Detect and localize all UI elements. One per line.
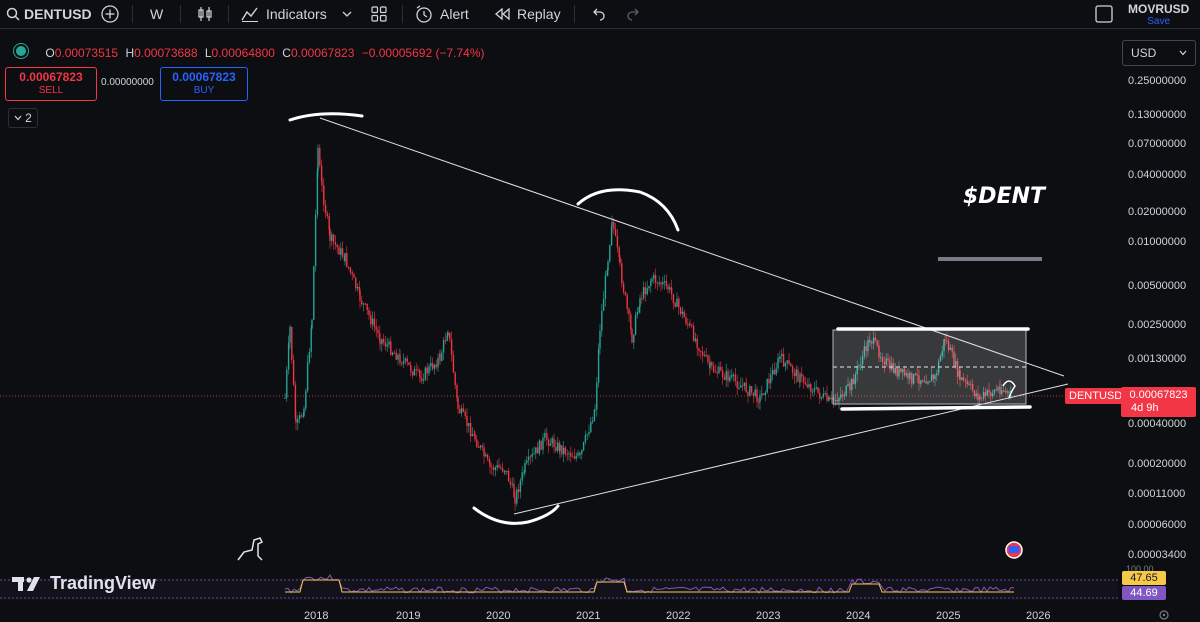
settings-icon[interactable]: [1158, 609, 1170, 621]
price-tick: 0.13000000: [1128, 109, 1187, 121]
price-tick: 0.00006000: [1128, 519, 1187, 531]
descending-trendline: [319, 117, 1065, 377]
time-tick: 2023: [756, 610, 781, 622]
redo-icon: [627, 8, 639, 21]
price-tick: 0.00130000: [1128, 353, 1187, 365]
time-tick: 2021: [576, 610, 601, 622]
price-tick: 0.00011000: [1128, 488, 1186, 500]
price-tick: 0.25000000: [1128, 75, 1187, 87]
candlestick-icon: [198, 7, 212, 21]
currency-label: USD: [1131, 46, 1157, 60]
brand-name: TradingView: [50, 573, 156, 593]
chevron-down-icon: [1179, 50, 1187, 56]
square-icon: [1095, 5, 1113, 23]
range-bottom-marker: [840, 405, 1032, 411]
search-icon: [6, 7, 20, 21]
time-tick: 2018: [304, 610, 329, 622]
price-tick: 0.04000000: [1128, 169, 1187, 181]
price-tick: 0.02000000: [1128, 206, 1187, 218]
time-tick: 2024: [846, 610, 871, 622]
time-tick: 2026: [1026, 610, 1051, 622]
layout-name: MOVRUSD: [1128, 2, 1190, 16]
replay-label: Replay: [517, 6, 561, 22]
price-tick: 0.00250000: [1128, 319, 1187, 331]
undo-button[interactable]: [590, 0, 606, 28]
alert-button[interactable]: Alert: [414, 0, 469, 28]
rsi-value-1: 47.65: [1122, 571, 1166, 585]
last-price-value: 0.00067823: [1129, 389, 1188, 401]
bar-countdown: 4d 9h: [1131, 402, 1159, 414]
indicators-icon: [241, 7, 258, 22]
top-arc-1: [288, 112, 364, 122]
last-price-tag: 0.00067823 4d 9h: [1121, 387, 1196, 417]
symbol-name: DENTUSD: [24, 6, 92, 22]
indicators-button[interactable]: Indicators: [240, 0, 327, 28]
replay-button[interactable]: Replay: [494, 0, 561, 28]
redo-button[interactable]: [626, 0, 642, 28]
price-tick: 0.00040000: [1128, 418, 1187, 430]
tradingview-logo[interactable]: TradingView: [12, 573, 156, 594]
plus-circle-icon: [101, 5, 119, 23]
price-chart[interactable]: [0, 28, 1118, 588]
time-tick: 2025: [936, 610, 961, 622]
price-tick: 0.00020000: [1128, 458, 1187, 470]
symbol-search[interactable]: DENTUSD: [6, 0, 92, 28]
undo-icon: [593, 8, 605, 21]
symbol-price-tag: DENTUSD: [1065, 388, 1127, 404]
flag-inner: [1009, 546, 1019, 553]
price-tick: 0.00003400: [1128, 549, 1187, 561]
price-scale[interactable]: 0.25000000 0.13000000 0.07000000 0.04000000…: [1118, 68, 1200, 580]
tradingview-logo-icon: [12, 576, 40, 591]
layout-button[interactable]: [1094, 0, 1114, 28]
currency-select[interactable]: USD: [1122, 40, 1196, 66]
top-arc-2: [576, 188, 680, 232]
time-tick: 2019: [396, 610, 421, 622]
chart-annotation-title: $DENT: [963, 184, 1046, 209]
compare-button[interactable]: [100, 0, 120, 28]
time-tick: 2022: [666, 610, 691, 622]
chevron-down-icon: [342, 11, 352, 17]
rsi-value-2: 44.69: [1122, 586, 1166, 600]
alert-label: Alert: [440, 6, 469, 22]
price-tick: 0.00500000: [1128, 280, 1187, 292]
rewind-icon: [494, 7, 510, 21]
price-tick: 0.01000000: [1128, 236, 1187, 248]
interval-label: W: [150, 6, 164, 22]
dinosaur-icon: [237, 537, 264, 561]
interval-button[interactable]: W: [150, 0, 163, 28]
top-toolbar: DENTUSD W Indicators Alert Replay MOVRUS…: [0, 0, 1200, 29]
alarm-clock-icon: [416, 5, 432, 23]
bottom-arc: [472, 504, 560, 525]
price-tick: 0.07000000: [1128, 138, 1187, 150]
time-tick: 2020: [486, 610, 511, 622]
rsi-pane[interactable]: [0, 568, 1118, 602]
save-layout-button[interactable]: MOVRUSD Save: [1128, 2, 1189, 27]
chart-type-button[interactable]: [196, 0, 214, 28]
save-label: Save: [1147, 16, 1171, 27]
templates-button[interactable]: [370, 0, 388, 28]
indicators-dropdown[interactable]: [342, 0, 352, 28]
indicators-label: Indicators: [266, 6, 327, 22]
grid-icon: [371, 6, 387, 22]
